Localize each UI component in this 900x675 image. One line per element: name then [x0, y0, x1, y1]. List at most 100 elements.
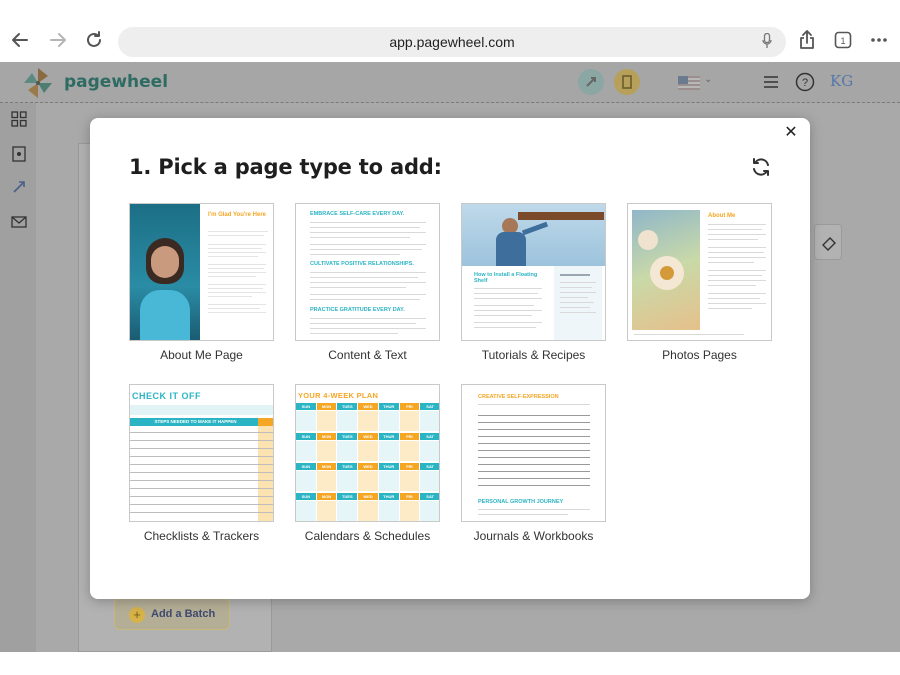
- screen: app.pagewheel.com 1 pagewheel ⌄ ? KG + A…: [0, 0, 900, 675]
- calendar-day-header: MON: [316, 403, 337, 410]
- calendar-day-header: MON: [316, 463, 337, 470]
- us-flag-icon[interactable]: [678, 76, 700, 90]
- checklist-heading: CHECK IT OFF: [132, 391, 201, 401]
- calendar-day-cell: [420, 411, 439, 431]
- back-arrow-icon[interactable]: [8, 28, 32, 52]
- calendar-thumbnail: YOUR 4-WEEK PLAN SUN MON TUES WED THUR FRI SAT…: [295, 384, 440, 522]
- calendar-day-cell: [420, 471, 439, 491]
- calendar-day-header: FRI: [399, 463, 420, 470]
- calendar-day-cell: [378, 471, 399, 491]
- more-icon[interactable]: [867, 28, 891, 52]
- calendar-day-header: THUR: [378, 403, 399, 410]
- eraser-button[interactable]: [814, 224, 842, 260]
- rocket-icon[interactable]: [578, 69, 604, 95]
- calendar-day-header: TUES: [337, 463, 358, 470]
- app-header: pagewheel ⌄ ? KG: [0, 62, 900, 103]
- reload-icon[interactable]: [82, 28, 106, 52]
- tutorials-thumbnail: How to Install a Floating Shelf: [461, 203, 606, 341]
- about-me-thumbnail: I'm Glad You're Here: [129, 203, 274, 341]
- document-badge-icon[interactable]: [614, 69, 640, 95]
- calendar-day-header: FRI: [399, 433, 420, 440]
- checklist-subheading: STEPS NEEDED TO MAKE IT HAPPEN: [154, 419, 237, 424]
- bottom-bar: [0, 652, 900, 675]
- avatar[interactable]: KG: [830, 72, 853, 90]
- share-icon[interactable]: [795, 28, 819, 52]
- calendar-day-header: SAT: [420, 493, 439, 500]
- calendar-day-header: SAT: [420, 403, 439, 410]
- calendar-heading: YOUR 4-WEEK PLAN: [298, 391, 379, 400]
- pinwheel-logo-icon: [20, 66, 56, 105]
- calendar-day-header: MON: [316, 493, 337, 500]
- calendar-day-header: THUR: [378, 493, 399, 500]
- plus-icon: +: [129, 607, 145, 623]
- help-icon[interactable]: ?: [795, 72, 815, 97]
- shelf-photo: [462, 204, 605, 266]
- tabs-icon[interactable]: 1: [831, 28, 855, 52]
- about-me-heading: I'm Glad You're Here: [208, 212, 266, 218]
- mail-icon[interactable]: [11, 215, 27, 233]
- tile-label: Checklists & Trackers: [143, 529, 260, 543]
- modal-title: 1. Pick a page type to add:: [129, 155, 442, 179]
- calendar-day-cell: [337, 471, 358, 491]
- calendar-day-cell: [358, 441, 378, 461]
- calendar-day-header: FRI: [399, 403, 420, 410]
- portrait-photo: [130, 204, 200, 340]
- calendar-day-cell: [296, 411, 316, 431]
- calendar-day-header: WED: [358, 433, 378, 440]
- calendar-day-header: TUES: [337, 403, 358, 410]
- calendar-day-header: SUN: [296, 463, 316, 470]
- svg-text:?: ?: [802, 77, 808, 89]
- calendar-day-header: FRI: [399, 493, 420, 500]
- left-sidebar: [0, 103, 36, 652]
- chevron-down-icon[interactable]: ⌄: [704, 74, 712, 85]
- page-icon[interactable]: [12, 146, 26, 167]
- content-heading-1: EMBRACE SELF-CARE EVERY DAY.: [310, 211, 405, 217]
- mic-icon[interactable]: [762, 32, 772, 49]
- calendar-day-header: THUR: [378, 463, 399, 470]
- list-icon[interactable]: [762, 73, 780, 96]
- calendar-day-cell: [399, 501, 420, 521]
- journal-heading-1: CREATIVE SELF-EXPRESSION: [478, 394, 559, 400]
- calendar-day-header: WED: [358, 493, 378, 500]
- calendar-day-cell: [296, 471, 316, 491]
- tile-label: Journals & Workbooks: [473, 529, 594, 543]
- browser-chrome: app.pagewheel.com 1: [0, 0, 900, 62]
- checklist-thumbnail: CHECK IT OFF STEPS NEEDED TO MAKE IT HAP…: [129, 384, 274, 522]
- photos-heading: About Me: [708, 213, 736, 219]
- calendar-day-header: MON: [316, 433, 337, 440]
- calendar-day-cell: [358, 501, 378, 521]
- add-batch-button[interactable]: + Add a Batch: [114, 598, 230, 630]
- photos-thumbnail: About Me: [627, 203, 772, 341]
- rocket-icon[interactable]: [11, 179, 27, 200]
- calendar-day-cell: [358, 471, 378, 491]
- grid-icon[interactable]: [11, 111, 27, 132]
- calendar-day-cell: [420, 501, 439, 521]
- calendar-day-cell: [378, 501, 399, 521]
- tile-label: Photos Pages: [662, 348, 737, 362]
- calendar-day-cell: [337, 441, 358, 461]
- calendar-day-header: SAT: [420, 433, 439, 440]
- journal-heading-2: PERSONAL GROWTH JOURNEY: [478, 499, 564, 505]
- calendar-day-cell: [296, 501, 316, 521]
- calendar-day-header: TUES: [337, 493, 358, 500]
- refresh-icon[interactable]: [750, 156, 772, 178]
- url-text: app.pagewheel.com: [389, 34, 515, 50]
- calendar-day-header: SUN: [296, 433, 316, 440]
- calendar-day-cell: [316, 471, 337, 491]
- close-icon[interactable]: ✕: [780, 122, 802, 144]
- address-bar[interactable]: app.pagewheel.com: [118, 27, 786, 57]
- content-heading-3: PRACTICE GRATITUDE EVERY DAY.: [310, 307, 405, 313]
- calendar-grid: SUN MON TUES WED THUR FRI SAT SUN MON TUES WED THUR…: [296, 403, 439, 521]
- forward-arrow-icon[interactable]: [46, 28, 70, 52]
- svg-text:1: 1: [840, 36, 845, 46]
- calendar-day-cell: [399, 471, 420, 491]
- calendar-day-cell: [399, 441, 420, 461]
- journal-thumbnail: CREATIVE SELF-EXPRESSION PERSONAL GROWTH…: [461, 384, 606, 522]
- calendar-day-header: SAT: [420, 463, 439, 470]
- calendar-day-header: WED: [358, 463, 378, 470]
- tutorial-heading: How to Install a Floating Shelf: [474, 272, 538, 284]
- tile-label: Calendars & Schedules: [304, 529, 431, 543]
- logo-text: pagewheel: [64, 72, 169, 92]
- calendar-day-header: SUN: [296, 493, 316, 500]
- calendar-day-cell: [316, 501, 337, 521]
